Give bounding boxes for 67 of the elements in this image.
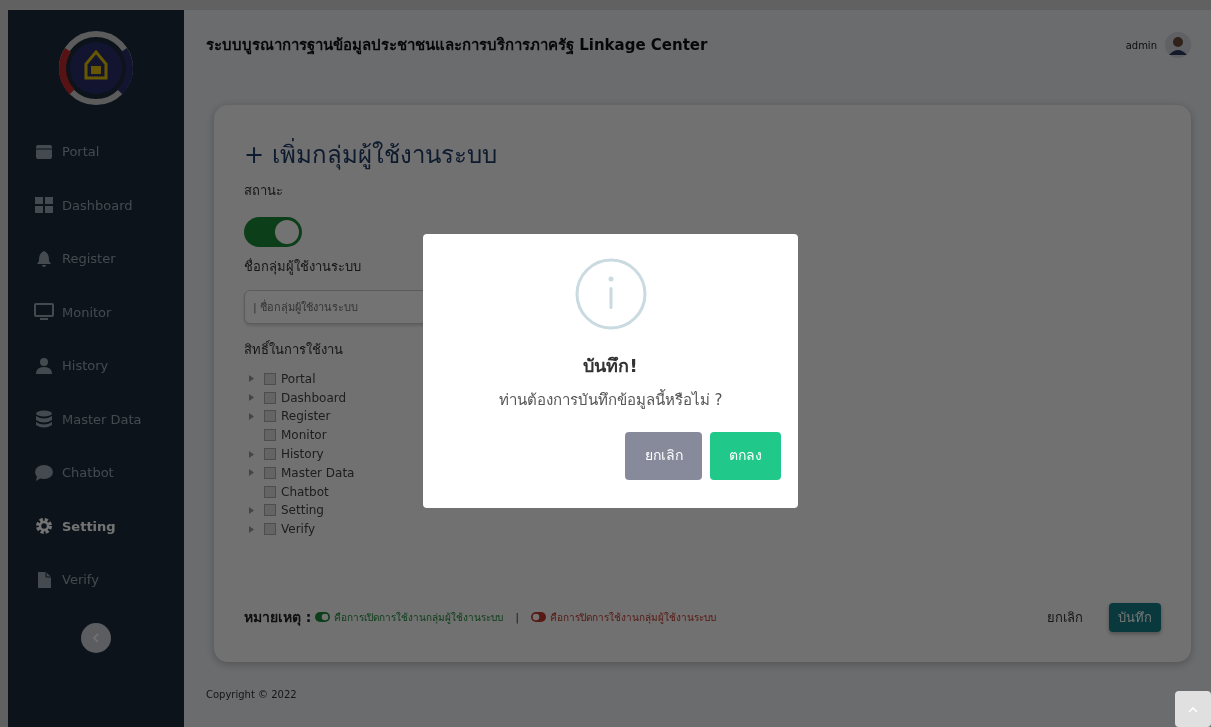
checkbox[interactable]: [264, 372, 276, 385]
save-button[interactable]: บันทึก: [1109, 602, 1161, 632]
database-icon: [34, 410, 54, 429]
permissions-label: สิทธิ์ในการใช้งาน: [244, 340, 344, 359]
user-name[interactable]: admin: [1125, 37, 1157, 53]
expand-arrow-icon[interactable]: [248, 506, 254, 514]
dialog-message: ท่านต้องการบันทึกข้อมูลนี้หรือไม่ ?: [498, 389, 723, 411]
expand-arrow-icon[interactable]: [248, 375, 254, 383]
copyright: Copyright © 2022: [206, 688, 298, 702]
sidebar-item[interactable]: Dashboard: [8, 178, 184, 232]
permission-label: Dashboard: [281, 389, 347, 407]
grid-icon: [34, 196, 54, 215]
chat-bubble-icon: [34, 463, 54, 482]
expand-arrow-icon[interactable]: [248, 450, 254, 458]
monitor-icon: [34, 303, 54, 322]
enabled-note: คือการเปิดการใช้งานกลุ่มผู้ใช้งานระบบ: [334, 610, 504, 625]
status-toggle[interactable]: [244, 216, 302, 247]
sidebar-item[interactable]: Chatbot: [8, 446, 184, 500]
permission-label: Portal: [281, 370, 316, 388]
app-title: ระบบบูรณาการฐานข้อมูลประชาชนและการบริการภาครัฐ Linkage Center: [206, 34, 708, 57]
checkbox[interactable]: [264, 391, 276, 404]
bell-icon: [34, 249, 54, 268]
form-heading: + เพิ่มกลุ่มผู้ใช้งานระบบ: [244, 137, 1161, 173]
sidebar-item[interactable]: Setting: [8, 499, 184, 553]
note-label: หมายเหตุ :: [244, 607, 312, 628]
confirm-button[interactable]: ตกลง: [710, 431, 781, 480]
permission-label: Chatbot: [281, 483, 329, 501]
sidebar-item[interactable]: Portal: [8, 125, 184, 179]
permission-label: Register: [281, 408, 331, 426]
cancel-button[interactable]: ยกเลิก: [625, 431, 702, 480]
expand-arrow-icon[interactable]: [248, 413, 254, 420]
permission-label: Verify: [281, 521, 316, 539]
separator: |: [515, 610, 519, 625]
info-icon: [574, 258, 647, 330]
card-icon: [34, 142, 54, 161]
sidebar-item[interactable]: Register: [8, 232, 184, 286]
toggle-off-icon: [530, 612, 546, 623]
back-to-top-button[interactable]: [1175, 691, 1211, 727]
dialog-title: บันทึก!: [583, 354, 638, 378]
sidebar-item[interactable]: History: [8, 339, 184, 393]
gear-icon: [34, 517, 54, 536]
permission-label: Monitor: [281, 427, 327, 445]
checkbox[interactable]: [264, 523, 276, 536]
status-label: สถานะ: [244, 182, 284, 200]
collapse-button[interactable]: [81, 622, 111, 653]
toggle-on-icon: [315, 612, 331, 623]
sidebar-item[interactable]: Verify: [8, 553, 184, 607]
checkbox[interactable]: [264, 429, 276, 442]
chevron-up-icon: [1188, 706, 1198, 713]
person-icon: [34, 356, 54, 375]
checkbox[interactable]: [264, 448, 276, 461]
cancel-button[interactable]: ยกเลิก: [1041, 606, 1089, 628]
disabled-note: คือการปิดการใช้งานกลุ่มผู้ใช้งานระบบ: [549, 610, 716, 625]
permission-label: Master Data: [281, 464, 355, 482]
group-name-label: ชื่อกลุ่มผู้ใช้งานระบบ: [244, 257, 362, 276]
permission-label: Setting: [281, 502, 324, 520]
expand-arrow-icon[interactable]: [248, 394, 254, 402]
expand-arrow-icon[interactable]: [248, 525, 254, 533]
checkbox[interactable]: [264, 410, 276, 423]
checkbox[interactable]: [264, 466, 276, 479]
checkbox[interactable]: [264, 485, 276, 498]
expand-arrow-icon[interactable]: [248, 469, 254, 477]
chevron-left-icon: [92, 632, 100, 643]
permission-label: History: [281, 446, 324, 464]
sidebar-item[interactable]: Master Data: [8, 392, 184, 446]
checkbox[interactable]: [264, 504, 276, 517]
sidebar-item[interactable]: Monitor: [8, 285, 184, 339]
